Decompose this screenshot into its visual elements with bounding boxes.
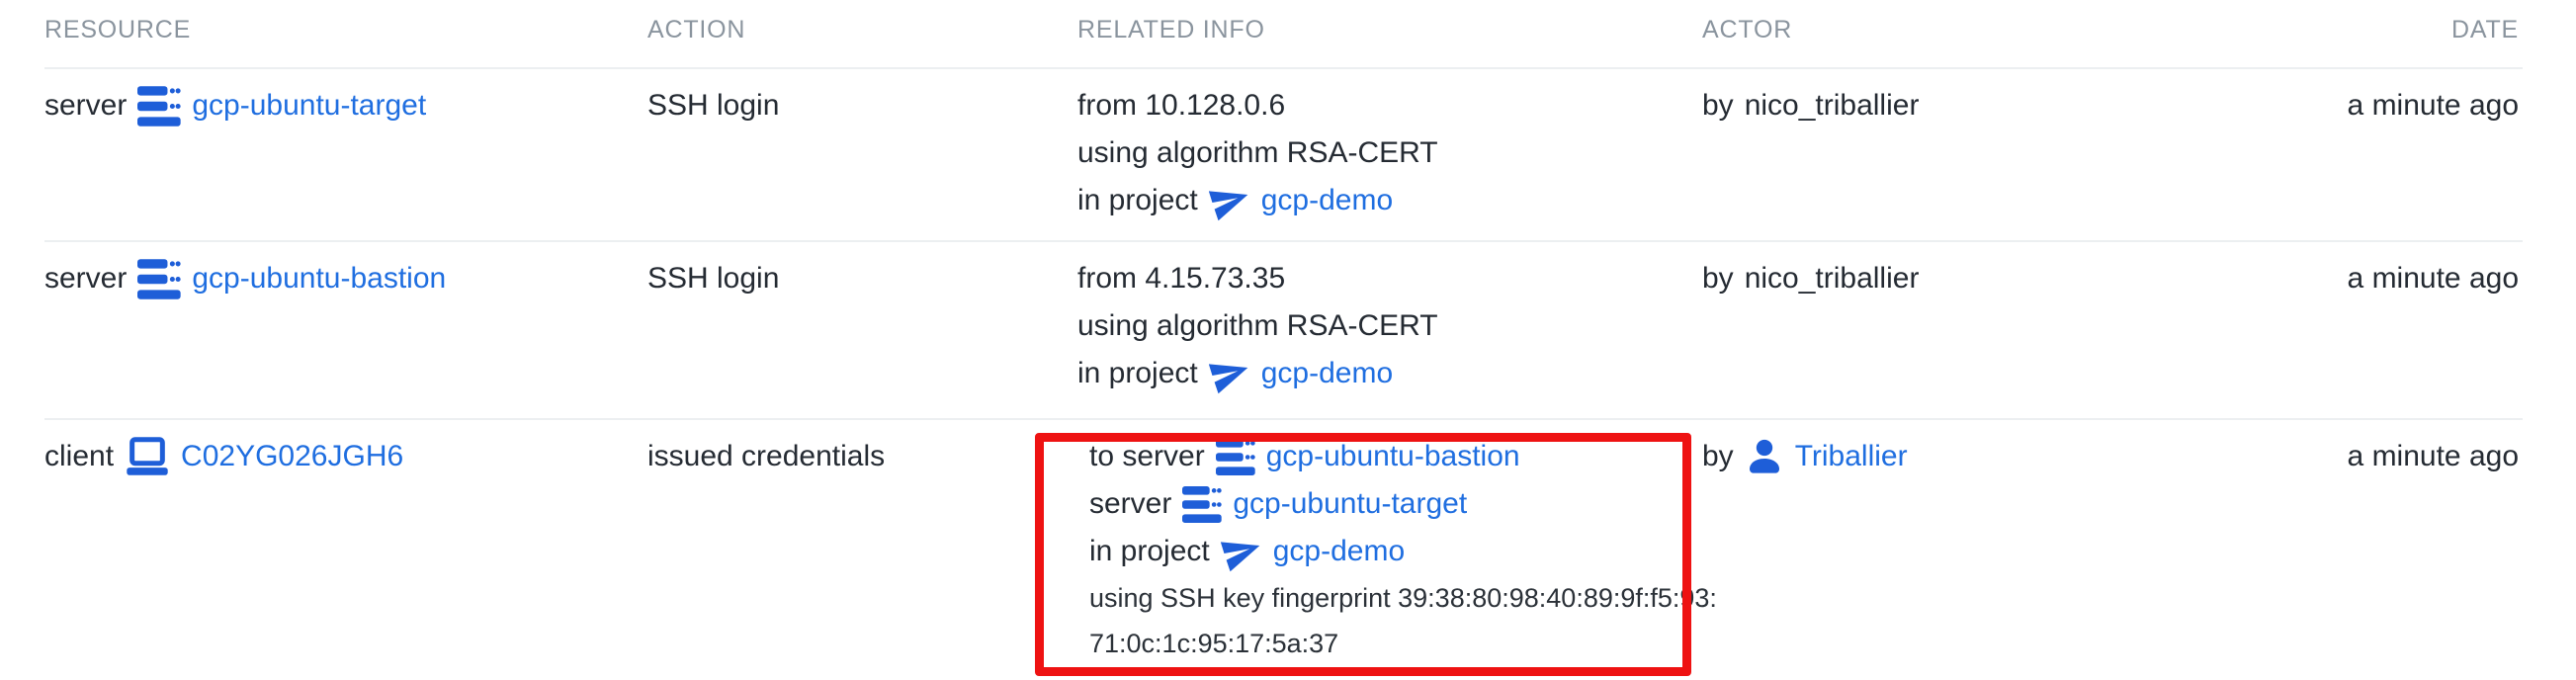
table-row: server gcp-ubuntu-bastion SSH login from… xyxy=(44,242,2523,420)
actor-name: nico_triballier xyxy=(1745,89,1920,123)
related-line-prefix: in project xyxy=(1077,184,1198,217)
table-row: server gcp-ubuntu-target SSH login from … xyxy=(44,69,2523,242)
related-info-cell: to server gcp-ubuntu-bastion server gcp-… xyxy=(1077,420,1702,666)
related-line-prefix: to server xyxy=(1089,440,1205,473)
laptop-icon[interactable] xyxy=(125,434,170,479)
date-cell: a minute ago xyxy=(2127,242,2519,418)
date-label: a minute ago xyxy=(2348,262,2519,296)
person-icon[interactable] xyxy=(1745,437,1784,476)
resource-link[interactable]: C02YG026JGH6 xyxy=(181,440,403,473)
related-line-prefix: in project xyxy=(1089,535,1210,568)
related-line: from 4.15.73.35 xyxy=(1077,262,1285,296)
column-header-resource: RESOURCE xyxy=(44,0,647,67)
audit-log-panel: RESOURCE ACTION RELATED INFO ACTOR DATE … xyxy=(0,0,2576,680)
actor-cell: by nico_triballier xyxy=(1702,69,2127,240)
column-header-date: DATE xyxy=(2127,0,2519,67)
server-link[interactable]: gcp-ubuntu-bastion xyxy=(1266,440,1520,473)
actor-cell: by nico_triballier xyxy=(1702,242,2127,418)
actor-prefix: by xyxy=(1702,262,1734,296)
date-label: a minute ago xyxy=(2348,89,2519,123)
related-line-prefix: in project xyxy=(1077,357,1198,390)
paper-plane-icon[interactable] xyxy=(1209,180,1250,221)
server-icon[interactable] xyxy=(137,86,181,127)
related-info-cell: from 4.15.73.35 using algorithm RSA-CERT… xyxy=(1077,242,1702,418)
ssh-fingerprint-line: using SSH key fingerprint 39:38:80:98:40… xyxy=(1089,575,1702,621)
resource-kind-label: server xyxy=(44,89,127,123)
related-line: from 10.128.0.6 xyxy=(1077,89,1285,123)
column-header-related-info: RELATED INFO xyxy=(1077,0,1702,67)
resource-cell: client C02YG026JGH6 xyxy=(44,420,647,666)
project-link[interactable]: gcp-demo xyxy=(1261,184,1393,217)
related-line-prefix: server xyxy=(1089,487,1171,521)
resource-link[interactable]: gcp-ubuntu-target xyxy=(192,89,426,123)
related-line: using algorithm RSA-CERT xyxy=(1077,136,1438,170)
resource-cell: server gcp-ubuntu-target xyxy=(44,69,647,240)
paper-plane-icon[interactable] xyxy=(1221,531,1262,572)
column-header-action: ACTION xyxy=(647,0,1077,67)
actor-link[interactable]: Triballier xyxy=(1795,440,1908,473)
paper-plane-icon[interactable] xyxy=(1209,353,1250,394)
action-cell: SSH login xyxy=(647,242,1077,418)
column-header-actor: ACTOR xyxy=(1702,0,2127,67)
resource-kind-label: client xyxy=(44,440,114,473)
table-header-row: RESOURCE ACTION RELATED INFO ACTOR DATE xyxy=(44,0,2523,69)
table-row: client C02YG026JGH6 issued credentials t… xyxy=(44,420,2523,665)
action-cell: issued credentials xyxy=(647,420,1077,666)
action-cell: SSH login xyxy=(647,69,1077,240)
ssh-fingerprint-line: 71:0c:1c:95:17:5a:37 xyxy=(1089,621,1702,666)
audit-log-table: RESOURCE ACTION RELATED INFO ACTOR DATE … xyxy=(0,0,2576,665)
action-label: issued credentials xyxy=(647,440,885,473)
server-icon[interactable] xyxy=(1216,439,1255,475)
related-info-cell: from 10.128.0.6 using algorithm RSA-CERT… xyxy=(1077,69,1702,240)
actor-cell: by Triballier xyxy=(1702,420,2127,666)
action-label: SSH login xyxy=(647,262,779,296)
resource-kind-label: server xyxy=(44,262,127,296)
server-icon[interactable] xyxy=(137,259,181,299)
server-link[interactable]: gcp-ubuntu-target xyxy=(1233,487,1467,521)
date-cell: a minute ago xyxy=(2127,69,2519,240)
server-icon[interactable] xyxy=(1182,486,1222,523)
project-link[interactable]: gcp-demo xyxy=(1273,535,1405,568)
resource-link[interactable]: gcp-ubuntu-bastion xyxy=(192,262,446,296)
action-label: SSH login xyxy=(647,89,779,123)
project-link[interactable]: gcp-demo xyxy=(1261,357,1393,390)
actor-name: nico_triballier xyxy=(1745,262,1920,296)
actor-prefix: by xyxy=(1702,440,1734,473)
actor-prefix: by xyxy=(1702,89,1734,123)
date-cell: a minute ago xyxy=(2127,420,2519,666)
resource-cell: server gcp-ubuntu-bastion xyxy=(44,242,647,418)
related-line: using algorithm RSA-CERT xyxy=(1077,309,1438,343)
date-label: a minute ago xyxy=(2348,440,2519,473)
